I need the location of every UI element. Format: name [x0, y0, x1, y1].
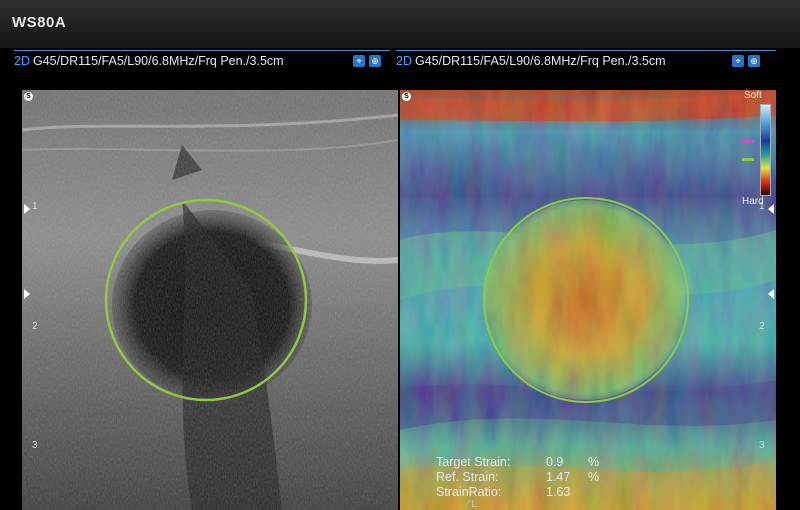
zoom-icon[interactable]: ⊕: [748, 55, 760, 67]
cursor-icon: ⁄ L: [467, 499, 478, 510]
left-depth-mark-2: 2: [32, 321, 38, 332]
elastography-image[interactable]: S: [400, 90, 776, 510]
left-depth-mark-1: 1: [32, 201, 38, 212]
right-mode-label[interactable]: 2D: [396, 54, 412, 68]
title-bar: WS80A: [0, 0, 800, 48]
stiffness-scale: [760, 104, 771, 196]
left-mode-label[interactable]: 2D: [14, 54, 30, 68]
ref-strain-unit: %: [588, 470, 600, 484]
right-params: G45/DR115/FA5/L90/6.8MHz/Frq Pen./3.5cm: [414, 54, 666, 68]
left-params: G45/DR115/FA5/L90/6.8MHz/Frq Pen./3.5cm: [32, 54, 284, 68]
right-depth-mark-2: 2: [759, 321, 765, 332]
scale-pointer-icon: [742, 158, 754, 161]
probe-icon[interactable]: ⌖: [732, 55, 744, 67]
scale-pointer-icon: [742, 140, 754, 143]
scale-soft-label: Soft: [744, 90, 762, 101]
focus-marker-icon[interactable]: [24, 204, 30, 214]
target-strain-label: Target Strain:: [436, 455, 511, 469]
orientation-marker: S: [24, 92, 33, 101]
bmode-image[interactable]: S: [22, 90, 398, 510]
focus-marker-icon[interactable]: [768, 289, 774, 299]
strain-ratio-label: StrainRatio:: [436, 485, 502, 499]
left-depth-mark-3: 3: [32, 440, 38, 451]
ref-strain-label: Ref. Strain:: [436, 470, 499, 484]
device-name: WS80A: [12, 14, 67, 31]
focus-marker-icon[interactable]: [768, 204, 774, 214]
elasto-svg: [400, 90, 776, 510]
target-strain-unit: %: [588, 455, 600, 469]
orientation-marker: S: [402, 92, 411, 101]
strain-ratio-value: 1.63: [546, 485, 571, 499]
right-depth-mark-3: 3: [759, 440, 765, 451]
probe-icon[interactable]: ⌖: [353, 55, 365, 67]
bmode-svg: [22, 90, 398, 510]
ref-strain-value: 1.47: [546, 470, 571, 484]
zoom-icon[interactable]: ⊕: [369, 55, 381, 67]
scale-hard-label: Hard: [742, 196, 764, 207]
left-panel-header: 2D G45/DR115/FA5/L90/6.8MHz/Frq Pen./3.5c…: [14, 50, 390, 73]
target-strain-value: 0.9: [546, 455, 564, 469]
right-panel-header: 2D G45/DR115/FA5/L90/6.8MHz/Frq Pen./3.5c…: [396, 50, 776, 73]
focus-marker-icon[interactable]: [24, 289, 30, 299]
